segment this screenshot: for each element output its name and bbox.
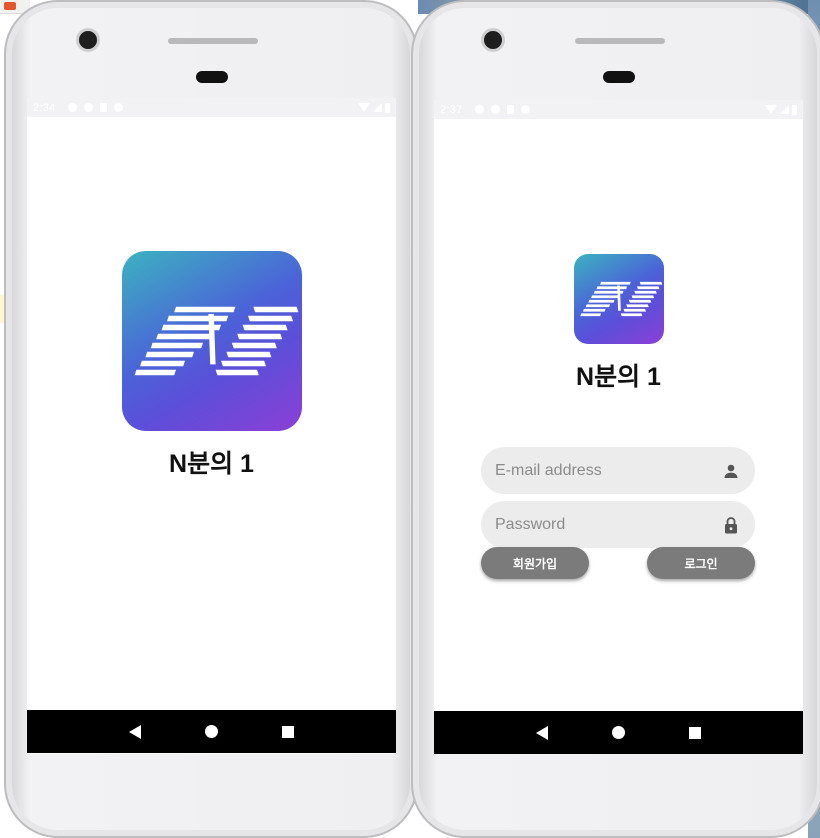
wifi-icon — [765, 105, 777, 114]
email-input[interactable] — [495, 461, 721, 480]
login-screen: 2:37 N분의 1 E-mail address 회원가입 로그인 — [434, 100, 803, 754]
back-icon[interactable] — [129, 724, 141, 739]
proximity-sensor — [196, 71, 228, 83]
app-logo — [574, 254, 664, 344]
back-icon[interactable] — [536, 725, 548, 740]
phone-emulator-left: 2:34 N분의 1 — [4, 0, 418, 838]
proximity-sensor — [603, 71, 635, 83]
lock-icon — [721, 515, 741, 535]
n-stairs-logo-icon — [134, 306, 299, 376]
shield-notification-icon — [83, 103, 93, 112]
wifi-icon — [358, 103, 370, 112]
android-navigation-bar — [27, 710, 396, 753]
status-bar: 2:37 — [434, 100, 803, 119]
shield-notification-icon — [490, 105, 500, 114]
n-stairs-logo-icon — [580, 281, 663, 317]
home-icon[interactable] — [205, 725, 218, 738]
earpiece-speaker — [575, 38, 665, 44]
android-navigation-bar — [434, 711, 803, 754]
status-time: 2:34 — [33, 101, 56, 114]
recent-apps-icon[interactable] — [282, 725, 294, 738]
sync-notification-icon — [113, 103, 123, 112]
home-icon[interactable] — [612, 726, 625, 739]
sync-notification-icon — [520, 105, 530, 114]
app-logo — [122, 251, 302, 431]
signup-button[interactable]: 회원가입 — [481, 547, 589, 579]
recent-apps-icon[interactable] — [689, 726, 701, 739]
settings-notification-icon — [67, 103, 77, 112]
front-camera-icon — [484, 31, 502, 49]
battery-icon — [385, 102, 390, 113]
app-title: N분의 1 — [169, 450, 254, 478]
front-camera-icon — [79, 31, 97, 49]
app-title: N분의 1 — [576, 363, 661, 391]
password-field[interactable] — [481, 501, 755, 548]
login-button[interactable]: 로그인 — [647, 547, 755, 579]
sd-card-notification-icon — [99, 103, 107, 112]
signal-icon — [780, 105, 789, 114]
phone-emulator-right: 2:37 N분의 1 E-mail address 회원가입 로그인 — [411, 0, 820, 838]
emulator-stage: 2:34 N분의 1 2:37 N분의 1 E-mail address 회원가… — [0, 0, 820, 838]
password-input[interactable] — [495, 515, 721, 534]
settings-notification-icon — [474, 105, 484, 114]
splash-screen: 2:34 N분의 1 — [27, 98, 396, 754]
status-bar: 2:34 — [27, 98, 396, 117]
email-field[interactable] — [481, 447, 755, 494]
signal-icon — [373, 103, 382, 112]
status-time: 2:37 — [440, 103, 463, 116]
sd-card-notification-icon — [506, 105, 514, 114]
battery-icon — [792, 104, 797, 115]
close-icon — [4, 2, 16, 10]
earpiece-speaker — [168, 38, 258, 44]
person-icon — [721, 461, 741, 481]
